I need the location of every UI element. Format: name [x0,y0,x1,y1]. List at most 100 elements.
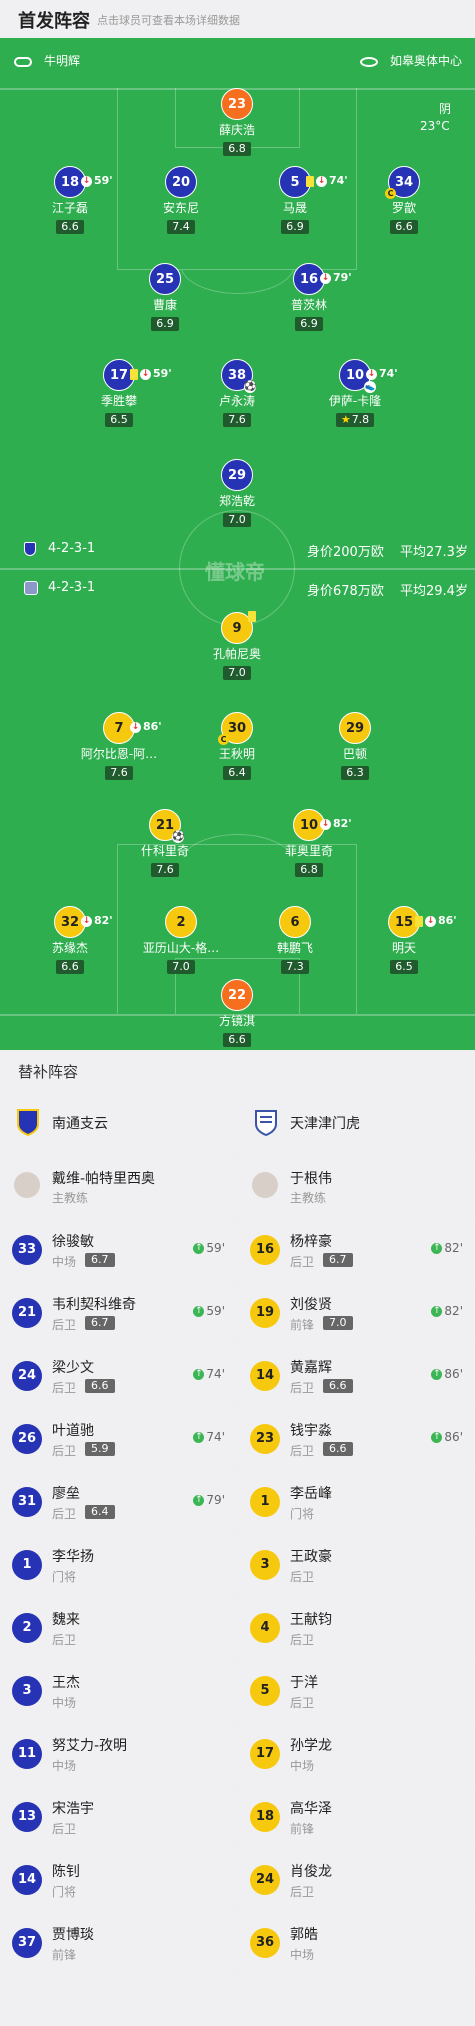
player-rating: 6.4 [223,766,251,780]
sub-position: 中场 [290,1948,315,1962]
sub-row[interactable]: 3 王政豪 后卫 [238,1533,475,1596]
jersey-number: 14 [250,1361,280,1391]
player-rating: 7.0 [167,960,195,974]
sub-name: 刘俊贤 [290,1297,332,1313]
player-home[interactable]: 10 ↓ 74' 👟 伊萨-卡隆 ★7.8 [300,359,410,427]
player-away[interactable]: 9 孔帕尼奥 7.0 [182,611,292,680]
rating-value: 6.8 [300,863,318,876]
jersey-number-text: 32 [60,915,80,930]
player-name: 苏缘杰 [51,941,88,955]
sub-name: 努艾力-孜明 [52,1738,128,1754]
sub-row[interactable]: 36 郭皓 中场 [238,1911,475,1974]
sub-position: 前锋 [290,1822,315,1836]
player-away[interactable]: 32 ↓ 82' 苏缘杰 6.6 [15,906,125,974]
away-formation-value: 4-2-3-1 [48,580,96,595]
sub-row[interactable]: 23 钱宇淼 后卫 6.6 ↑ 86' [238,1407,475,1470]
sub-in-minute: 82' [444,1241,463,1255]
player-name: 普茨林 [290,298,327,312]
sub-position: 门将 [52,1570,77,1584]
jersey-number: 25 [149,263,181,295]
jersey-number: 17 [250,1739,280,1769]
avatar [252,1172,278,1198]
jersey-number: 21 [12,1298,42,1328]
player-away[interactable]: 30 C 王秋明 6.4 [182,712,292,780]
sub-row[interactable]: 14 黄嘉辉 后卫 6.6 ↑ 86' [238,1344,475,1407]
sub-row[interactable]: 11 努艾力-孜明 中场 [0,1722,237,1785]
sub-out-icon: ↓ [130,721,141,733]
star-icon: ★ [340,413,351,426]
away-team-header[interactable]: 天津津门虎 [238,1090,475,1154]
home-avg-age: 平均27.3岁 [400,545,468,560]
sub-row[interactable]: 16 杨梓豪 后卫 6.7 ↑ 82' [238,1218,475,1281]
sub-row[interactable]: 18 高华泽 前锋 [238,1785,475,1848]
sub-row[interactable]: 37 贾博琰 前锋 [0,1911,237,1974]
sub-row[interactable]: 31 廖垒 后卫 6.4 ↑ 79' [0,1470,237,1533]
sub-row[interactable]: 24 梁少文 后卫 6.6 ↑ 74' [0,1344,237,1407]
jersey-number: 1 [12,1550,42,1580]
sub-row[interactable]: 14 陈钊 门将 [0,1848,237,1911]
player-away[interactable]: 29 巴顿 6.3 [300,712,410,780]
sub-row[interactable]: 24 肖俊龙 后卫 [238,1848,475,1911]
player-away[interactable]: 15 ↓ 86' 明天 6.5 [349,906,459,974]
player-events: ↓ 74' [306,165,348,197]
player-name: 亚历山大-格… [142,941,220,955]
player-home[interactable]: 20 安东尼 7.4 [126,166,236,234]
player-rating: 6.6 [56,960,84,974]
player-home[interactable]: 38 ⚽ 卢永涛 7.6 [182,359,292,427]
sub-row[interactable]: 26 叶道驰 后卫 5.9 ↑ 74' [0,1407,237,1470]
sub-in: ↑ 82' [431,1241,463,1255]
sub-in-icon: ↑ [431,1305,443,1317]
sub-row[interactable]: 33 徐骏敏 中场 6.7 ↑ 59' [0,1218,237,1281]
player-away[interactable]: 10 ↓ 82' 菲奥里奇 6.8 [254,809,364,877]
player-away[interactable]: 22 方镜淇 6.6 [182,979,292,1047]
player-away[interactable]: 21 ⚽ 什科里奇 7.6 [110,809,220,877]
sub-out-icon: ↓ [320,818,331,830]
sub-row[interactable]: 13 宋浩宇 后卫 [0,1785,237,1848]
player-home[interactable]: 16 ↓ 79' 普茨林 6.9 [254,263,364,331]
jersey-number: 21 ⚽ [149,809,184,843]
player-home[interactable]: 25 曹康 6.9 [110,263,220,331]
player-name: 罗歆 [391,201,416,215]
sub-row[interactable]: 5 于洋 后卫 [238,1659,475,1722]
sub-out-icon: ↓ [81,175,92,187]
sub-row[interactable]: 2 魏来 后卫 [0,1596,237,1659]
sub-position: 后卫 [52,1444,77,1458]
jersey-number: 10 ↓ 82' [293,809,352,841]
player-home[interactable]: 17 ↓ 59' 季胜攀 6.5 [64,359,174,427]
sub-row[interactable]: 1 李华扬 门将 [0,1533,237,1596]
sub-row[interactable]: 3 王杰 中场 [0,1659,237,1722]
rating-value: 7.0 [228,666,246,679]
player-rating: 6.9 [151,317,179,331]
player-home[interactable]: 34 C 罗歆 6.6 [349,166,459,234]
sub-row[interactable]: 1 李岳峰 门将 [238,1470,475,1533]
player-home[interactable]: 18 ↓ 59' 江子磊 6.6 [15,166,125,234]
sub-row[interactable]: 21 韦利契科维奇 后卫 6.7 ↑ 59' [0,1281,237,1344]
rating-value: 6.5 [110,413,128,426]
player-rating: 6.5 [105,413,133,427]
away-coach[interactable]: 于根伟 主教练 [238,1154,475,1218]
player-name: 王秋明 [218,747,255,761]
home-team-header[interactable]: 南通支云 [0,1090,237,1154]
jersey-number: 32 ↓ 82' [54,906,113,938]
sub-name: 贾博琰 [52,1927,94,1943]
jersey-number: 15 ↓ 86' [388,906,457,938]
sub-row[interactable]: 4 王献钧 后卫 [238,1596,475,1659]
sub-position: 前锋 [290,1318,315,1332]
jersey-number: 6 [279,906,311,938]
sub-name: 魏来 [52,1612,80,1628]
sub-rating: 6.6 [323,1379,353,1393]
player-home[interactable]: 23 薛庆浩 6.8 [182,88,292,156]
player-away[interactable]: 6 韩鹏飞 7.3 [240,906,350,974]
sub-row[interactable]: 19 刘俊贤 前锋 7.0 ↑ 82' [238,1281,475,1344]
player-name: 方镜淇 [218,1014,255,1028]
player-away[interactable]: 2 亚历山大-格… 7.0 [126,906,236,974]
jersey-number: 29 [221,459,253,491]
sub-name: 王杰 [52,1675,80,1691]
sub-row[interactable]: 17 孙学龙 中场 [238,1722,475,1785]
player-home[interactable]: 29 郑浩乾 7.0 [182,459,292,527]
sub-position: 后卫 [290,1696,315,1710]
player-home[interactable]: 5 ↓ 74' 马晟 6.9 [240,166,350,234]
away-coach-name: 于根伟 [290,1171,332,1187]
player-away[interactable]: 7 ↓ 86' 阿尔比恩-阿… 7.6 [64,712,174,780]
home-coach[interactable]: 戴维-帕特里西奥 主教练 [0,1154,237,1218]
